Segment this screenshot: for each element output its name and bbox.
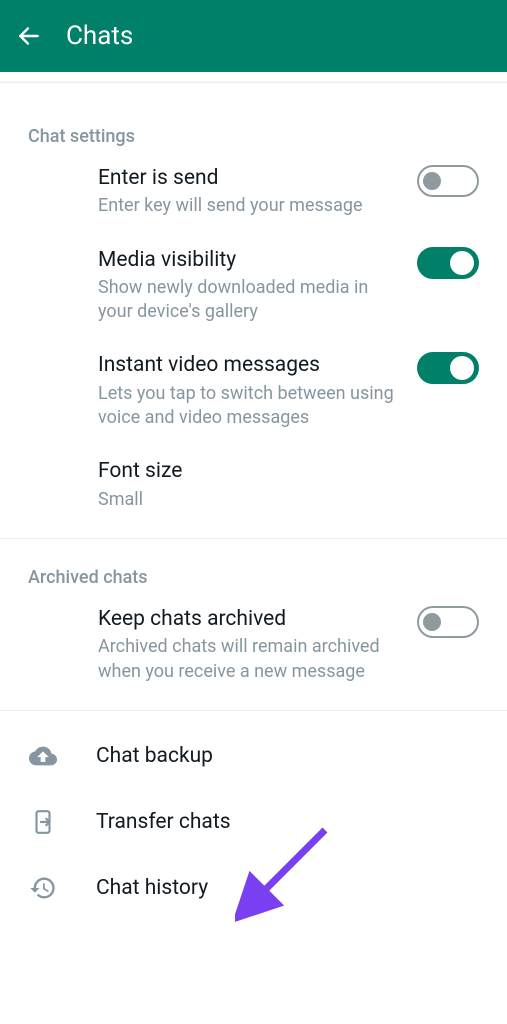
setting-media-visibility[interactable]: Media visibility Show newly downloaded m… [0,233,507,339]
partial-row-top [0,72,507,82]
setting-enter-is-send[interactable]: Enter is send Enter key will send your m… [0,151,507,233]
toggle-instant-video[interactable] [417,352,479,384]
setting-subtitle: Enter key will send your message [98,194,397,218]
back-button[interactable] [16,23,42,49]
setting-subtitle: Lets you tap to switch between using voi… [98,382,397,431]
cloud-upload-icon [28,741,58,771]
action-chat-history[interactable]: Chat history [0,855,507,921]
transfer-icon [28,807,58,837]
section-header-archived: Archived chats [0,551,507,592]
setting-title: Font size [98,458,479,485]
toggle-keep-archived[interactable] [417,606,479,638]
page-title: Chats [66,21,133,51]
setting-font-size[interactable]: Font size Small [0,444,507,526]
setting-subtitle: Archived chats will remain archived when… [98,635,397,684]
action-label: Transfer chats [96,810,231,834]
setting-title: Enter is send [98,165,397,192]
setting-value: Small [98,488,479,512]
setting-instant-video[interactable]: Instant video messages Lets you tap to s… [0,338,507,444]
action-chat-backup[interactable]: Chat backup [0,723,507,789]
action-label: Chat history [96,876,208,900]
action-transfer-chats[interactable]: Transfer chats [0,789,507,855]
toggle-enter-is-send[interactable] [417,165,479,197]
section-header-chat-settings: Chat settings [0,110,507,151]
toggle-media-visibility[interactable] [417,247,479,279]
setting-keep-archived[interactable]: Keep chats archived Archived chats will … [0,592,507,698]
history-icon [28,873,58,903]
setting-subtitle: Show newly downloaded media in your devi… [98,276,397,325]
app-header: Chats [0,0,507,72]
setting-title: Keep chats archived [98,606,397,633]
setting-title: Media visibility [98,247,397,274]
action-label: Chat backup [96,744,213,768]
setting-title: Instant video messages [98,352,397,379]
